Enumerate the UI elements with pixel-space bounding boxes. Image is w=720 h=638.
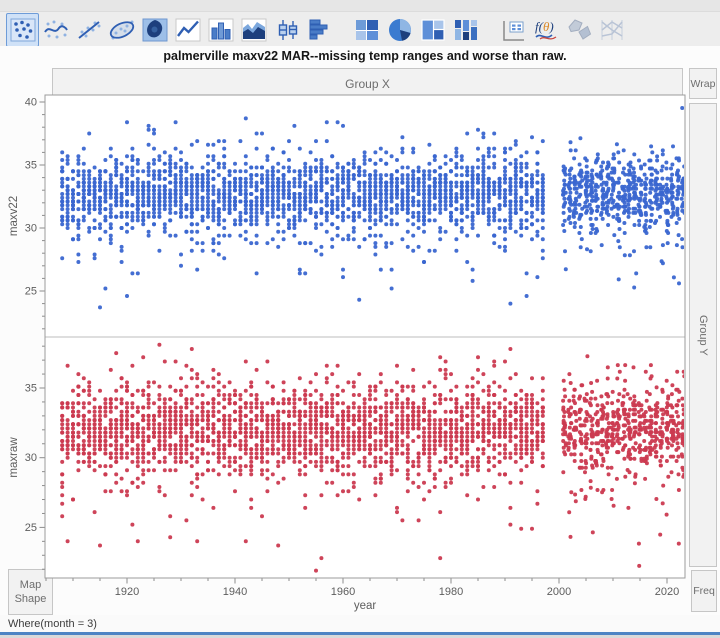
svg-text:1960: 1960 xyxy=(331,586,355,598)
svg-text:35: 35 xyxy=(25,383,37,395)
svg-text:1940: 1940 xyxy=(223,586,247,598)
svg-text:30: 30 xyxy=(25,452,37,464)
graph-builder-window: f(θ) palmerville maxv22 MAR--missing tem… xyxy=(0,0,720,638)
where-clause-text: Where(month = 3) xyxy=(8,617,97,630)
svg-text:25: 25 xyxy=(25,522,37,534)
svg-text:40: 40 xyxy=(25,97,37,109)
svg-text:2000: 2000 xyxy=(547,586,571,598)
y-axis-maxv22 xyxy=(39,101,45,330)
svg-text:1980: 1980 xyxy=(439,586,463,598)
x-axis xyxy=(45,578,668,584)
svg-text:25: 25 xyxy=(25,286,37,298)
svg-text:maxraw: maxraw xyxy=(8,437,20,478)
scatter-plot-canvas[interactable]: 1920 1940 1960 1980 2000 2020 year 25 30 35 40 maxv… xyxy=(0,0,720,638)
svg-text:2020: 2020 xyxy=(655,586,679,598)
svg-text:35: 35 xyxy=(25,160,37,172)
svg-text:maxv22: maxv22 xyxy=(8,196,20,236)
svg-text:year: year xyxy=(354,600,377,612)
svg-text:1920: 1920 xyxy=(115,586,139,598)
y-axis-maxraw xyxy=(39,345,45,570)
status-bar: Where(month = 3) xyxy=(0,615,720,632)
svg-text:30: 30 xyxy=(25,223,37,235)
